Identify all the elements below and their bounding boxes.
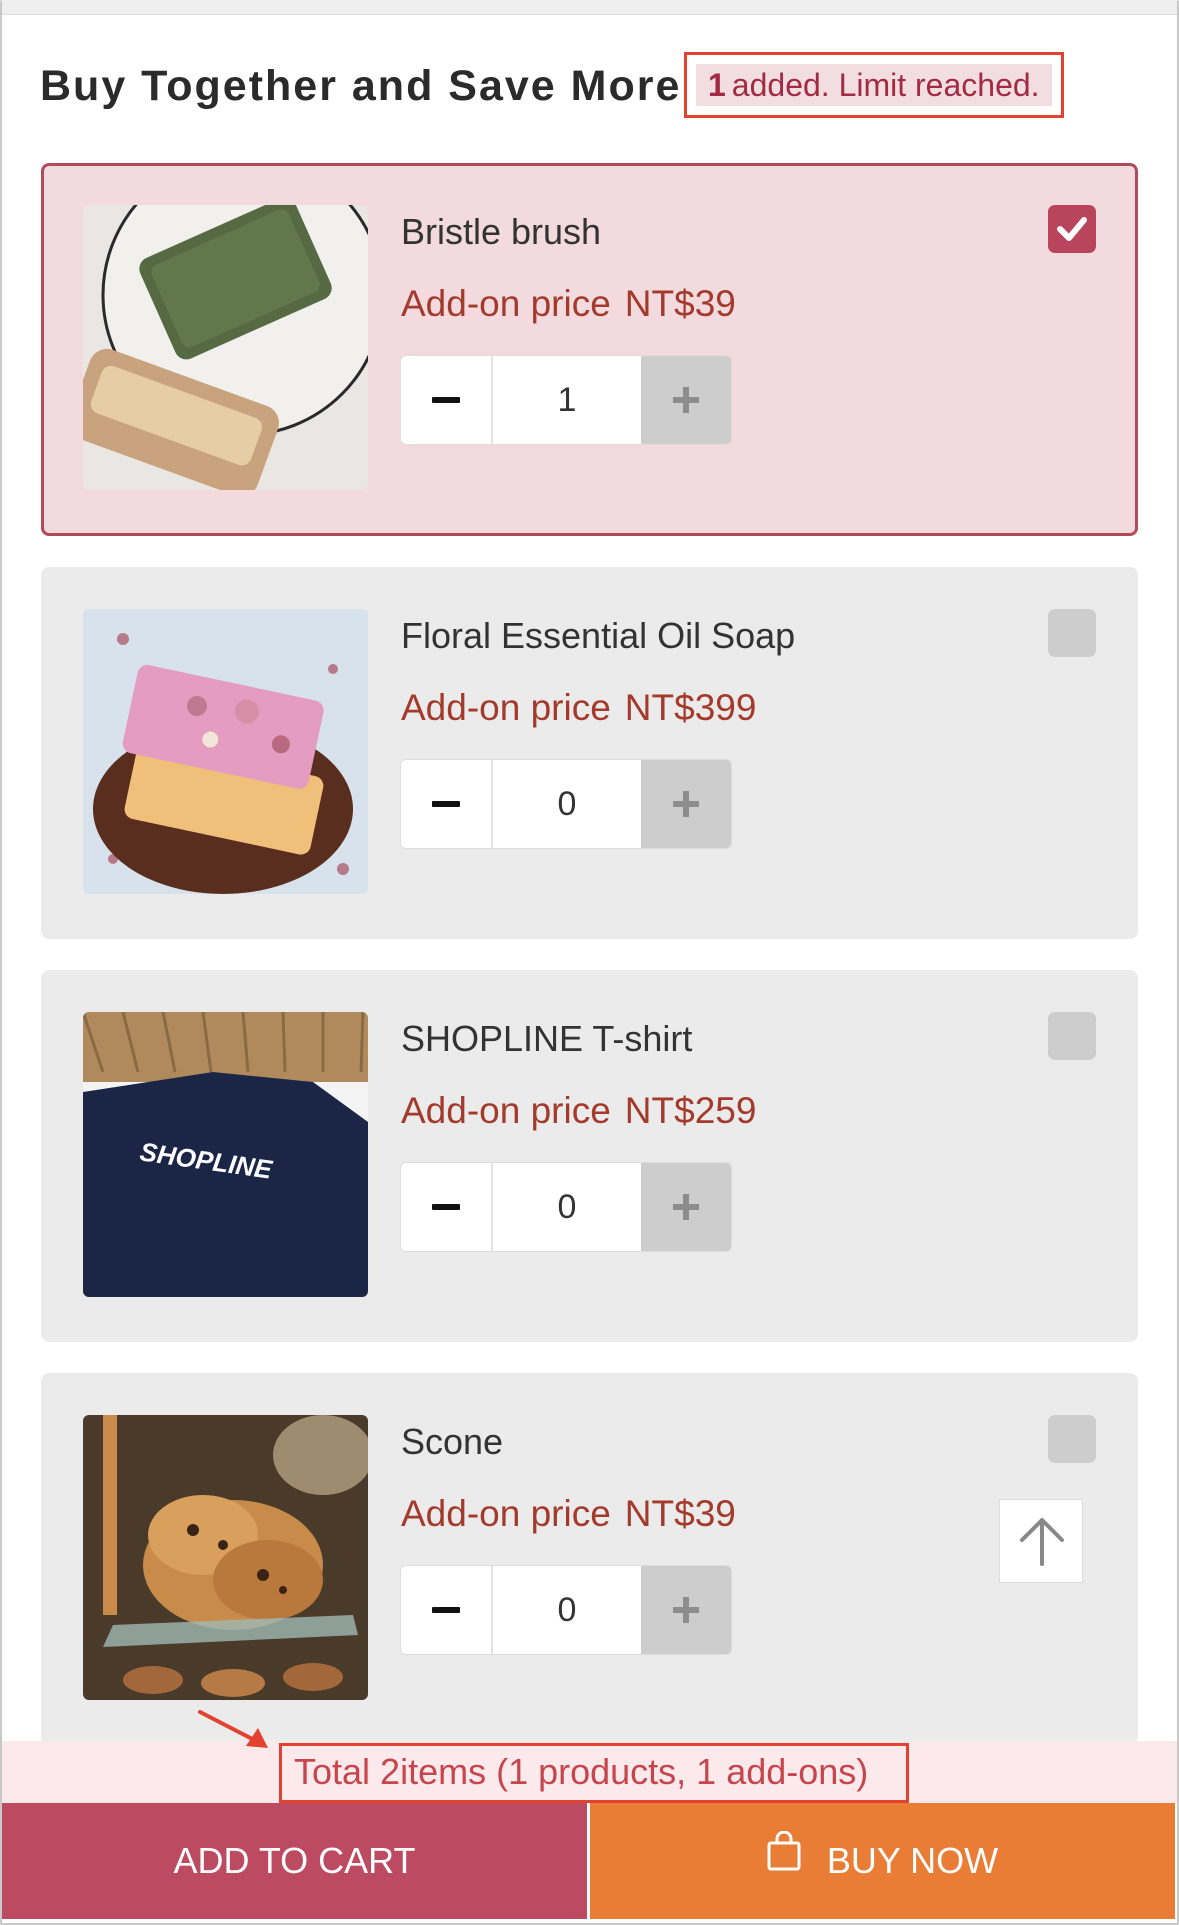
- scroll-to-top-button[interactable]: [999, 1499, 1083, 1583]
- addon-card-floral-soap[interactable]: Floral Essential Oil Soap Add-on price NT…: [41, 567, 1138, 939]
- select-checkbox[interactable]: [1048, 1415, 1096, 1463]
- cart-summary: Total 2items (1 products, 1 add-ons): [279, 1743, 909, 1803]
- price-amount: NT$399: [624, 687, 757, 728]
- addon-price: Add-on price NT$399: [401, 687, 756, 729]
- quantity-value[interactable]: 0: [493, 1163, 641, 1251]
- price-label: Add-on price: [401, 1493, 611, 1534]
- increase-button-disabled[interactable]: [641, 1566, 731, 1654]
- floral-soap-photo: [83, 609, 368, 894]
- quantity-value[interactable]: 1: [493, 356, 641, 444]
- tshirt-photo: SHOPLINE: [83, 1012, 368, 1297]
- soap-and-brush-photo: [83, 205, 368, 490]
- product-name: Scone: [401, 1421, 504, 1462]
- decrease-button[interactable]: [401, 1163, 493, 1251]
- quantity-value[interactable]: 0: [493, 1566, 641, 1654]
- annotation-arrow-icon: [198, 1710, 268, 1748]
- top-edge: [2, 0, 1177, 15]
- decrease-button[interactable]: [401, 356, 493, 444]
- select-checkbox[interactable]: [1048, 609, 1096, 657]
- add-to-cart-label: ADD TO CART: [173, 1840, 416, 1881]
- price-amount: NT$39: [624, 1493, 736, 1534]
- addon-price: Add-on price NT$39: [401, 283, 736, 325]
- price-label: Add-on price: [401, 1090, 611, 1131]
- price-label: Add-on price: [401, 687, 611, 728]
- select-checkbox-checked[interactable]: [1048, 205, 1096, 253]
- addon-card-tshirt[interactable]: SHOPLINE SHOPLINE T-shirt Add-on price NT…: [41, 970, 1138, 1342]
- price-amount: NT$259: [624, 1090, 757, 1131]
- decrease-button[interactable]: [401, 760, 493, 848]
- product-name: Floral Essential Oil Soap: [401, 615, 796, 656]
- price-amount: NT$39: [624, 283, 736, 324]
- quantity-stepper: 0: [401, 1566, 731, 1654]
- check-icon: [1057, 217, 1087, 241]
- addon-card-scone[interactable]: Scone Add-on price NT$39 0: [41, 1373, 1138, 1745]
- limit-notice: 1 added. Limit reached.: [696, 64, 1052, 106]
- addon-price: Add-on price NT$259: [401, 1090, 756, 1132]
- limit-notice-highlight: 1 added. Limit reached.: [684, 52, 1064, 118]
- buy-now-button[interactable]: BUY NOW: [590, 1803, 1175, 1919]
- product-name: SHOPLINE T-shirt: [401, 1018, 693, 1059]
- addon-price: Add-on price NT$39: [401, 1493, 736, 1535]
- increase-button-disabled[interactable]: [641, 760, 731, 848]
- arrow-up-icon: [1020, 1518, 1064, 1566]
- select-checkbox[interactable]: [1048, 1012, 1096, 1060]
- increase-button-disabled[interactable]: [641, 1163, 731, 1251]
- quantity-stepper: 0: [401, 1163, 731, 1251]
- quantity-value[interactable]: 0: [493, 760, 641, 848]
- decrease-button[interactable]: [401, 1566, 493, 1654]
- product-name: Bristle brush: [401, 211, 602, 252]
- quantity-stepper: 0: [401, 760, 731, 848]
- scone-photo: [83, 1415, 368, 1700]
- quantity-stepper: 1: [401, 356, 731, 444]
- buy-now-label: BUY NOW: [826, 1840, 999, 1881]
- add-to-cart-button[interactable]: ADD TO CART: [2, 1803, 587, 1919]
- addon-card-bristle-brush[interactable]: Bristle brush Add-on price NT$39 1: [41, 163, 1138, 536]
- limit-text: added. Limit reached.: [731, 67, 1040, 103]
- shopping-bag-icon: [767, 1801, 801, 1917]
- increase-button-disabled[interactable]: [641, 356, 731, 444]
- price-label: Add-on price: [401, 283, 611, 324]
- section-title: Buy Together and Save More: [40, 62, 682, 110]
- limit-count: 1: [708, 67, 726, 103]
